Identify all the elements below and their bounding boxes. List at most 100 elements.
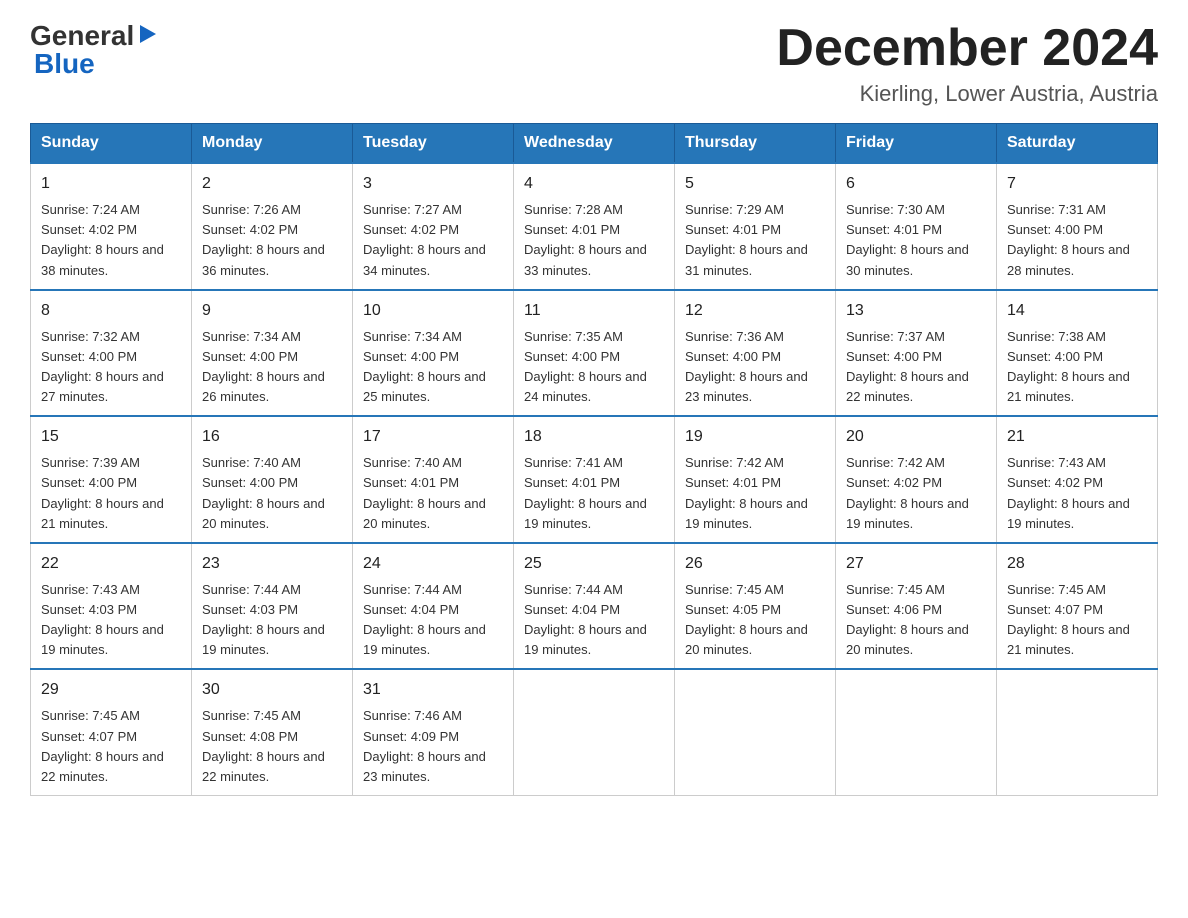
header-saturday: Saturday (997, 124, 1158, 164)
day-number: 26 (685, 552, 825, 576)
calendar-cell: 7 Sunrise: 7:31 AM Sunset: 4:00 PM Dayli… (997, 163, 1158, 290)
day-info: Sunrise: 7:28 AM Sunset: 4:01 PM Dayligh… (524, 200, 664, 281)
calendar-cell: 5 Sunrise: 7:29 AM Sunset: 4:01 PM Dayli… (675, 163, 836, 290)
day-number: 28 (1007, 552, 1147, 576)
day-info: Sunrise: 7:40 AM Sunset: 4:00 PM Dayligh… (202, 453, 342, 534)
day-number: 24 (363, 552, 503, 576)
day-number: 3 (363, 172, 503, 196)
day-info: Sunrise: 7:43 AM Sunset: 4:03 PM Dayligh… (41, 580, 181, 661)
calendar-cell: 8 Sunrise: 7:32 AM Sunset: 4:00 PM Dayli… (31, 290, 192, 417)
header-wednesday: Wednesday (514, 124, 675, 164)
day-info: Sunrise: 7:43 AM Sunset: 4:02 PM Dayligh… (1007, 453, 1147, 534)
day-number: 5 (685, 172, 825, 196)
day-info: Sunrise: 7:38 AM Sunset: 4:00 PM Dayligh… (1007, 327, 1147, 408)
header-friday: Friday (836, 124, 997, 164)
month-title: December 2024 (776, 20, 1158, 77)
calendar-cell (836, 669, 997, 795)
day-number: 25 (524, 552, 664, 576)
day-info: Sunrise: 7:41 AM Sunset: 4:01 PM Dayligh… (524, 453, 664, 534)
calendar-cell: 22 Sunrise: 7:43 AM Sunset: 4:03 PM Dayl… (31, 543, 192, 670)
day-number: 16 (202, 425, 342, 449)
day-info: Sunrise: 7:39 AM Sunset: 4:00 PM Dayligh… (41, 453, 181, 534)
calendar-cell (997, 669, 1158, 795)
day-info: Sunrise: 7:36 AM Sunset: 4:00 PM Dayligh… (685, 327, 825, 408)
week-row-4: 22 Sunrise: 7:43 AM Sunset: 4:03 PM Dayl… (31, 543, 1158, 670)
week-row-5: 29 Sunrise: 7:45 AM Sunset: 4:07 PM Dayl… (31, 669, 1158, 795)
calendar-cell: 13 Sunrise: 7:37 AM Sunset: 4:00 PM Dayl… (836, 290, 997, 417)
day-number: 22 (41, 552, 181, 576)
calendar-cell: 30 Sunrise: 7:45 AM Sunset: 4:08 PM Dayl… (192, 669, 353, 795)
calendar-cell: 3 Sunrise: 7:27 AM Sunset: 4:02 PM Dayli… (353, 163, 514, 290)
calendar-cell: 27 Sunrise: 7:45 AM Sunset: 4:06 PM Dayl… (836, 543, 997, 670)
day-info: Sunrise: 7:35 AM Sunset: 4:00 PM Dayligh… (524, 327, 664, 408)
calendar-cell: 28 Sunrise: 7:45 AM Sunset: 4:07 PM Dayl… (997, 543, 1158, 670)
day-info: Sunrise: 7:46 AM Sunset: 4:09 PM Dayligh… (363, 706, 503, 787)
calendar-cell: 23 Sunrise: 7:44 AM Sunset: 4:03 PM Dayl… (192, 543, 353, 670)
week-row-2: 8 Sunrise: 7:32 AM Sunset: 4:00 PM Dayli… (31, 290, 1158, 417)
day-info: Sunrise: 7:34 AM Sunset: 4:00 PM Dayligh… (202, 327, 342, 408)
calendar-cell: 9 Sunrise: 7:34 AM Sunset: 4:00 PM Dayli… (192, 290, 353, 417)
calendar-cell: 11 Sunrise: 7:35 AM Sunset: 4:00 PM Dayl… (514, 290, 675, 417)
calendar-cell: 20 Sunrise: 7:42 AM Sunset: 4:02 PM Dayl… (836, 416, 997, 543)
day-info: Sunrise: 7:44 AM Sunset: 4:03 PM Dayligh… (202, 580, 342, 661)
calendar-cell: 18 Sunrise: 7:41 AM Sunset: 4:01 PM Dayl… (514, 416, 675, 543)
calendar-cell: 19 Sunrise: 7:42 AM Sunset: 4:01 PM Dayl… (675, 416, 836, 543)
calendar-cell: 21 Sunrise: 7:43 AM Sunset: 4:02 PM Dayl… (997, 416, 1158, 543)
day-info: Sunrise: 7:24 AM Sunset: 4:02 PM Dayligh… (41, 200, 181, 281)
day-info: Sunrise: 7:42 AM Sunset: 4:02 PM Dayligh… (846, 453, 986, 534)
day-info: Sunrise: 7:30 AM Sunset: 4:01 PM Dayligh… (846, 200, 986, 281)
calendar-cell: 2 Sunrise: 7:26 AM Sunset: 4:02 PM Dayli… (192, 163, 353, 290)
day-info: Sunrise: 7:37 AM Sunset: 4:00 PM Dayligh… (846, 327, 986, 408)
day-number: 31 (363, 678, 503, 702)
calendar-cell: 10 Sunrise: 7:34 AM Sunset: 4:00 PM Dayl… (353, 290, 514, 417)
day-number: 15 (41, 425, 181, 449)
day-number: 9 (202, 299, 342, 323)
day-number: 11 (524, 299, 664, 323)
day-info: Sunrise: 7:27 AM Sunset: 4:02 PM Dayligh… (363, 200, 503, 281)
day-info: Sunrise: 7:31 AM Sunset: 4:00 PM Dayligh… (1007, 200, 1147, 281)
day-number: 23 (202, 552, 342, 576)
day-info: Sunrise: 7:29 AM Sunset: 4:01 PM Dayligh… (685, 200, 825, 281)
calendar-cell: 31 Sunrise: 7:46 AM Sunset: 4:09 PM Dayl… (353, 669, 514, 795)
day-info: Sunrise: 7:44 AM Sunset: 4:04 PM Dayligh… (363, 580, 503, 661)
header-sunday: Sunday (31, 124, 192, 164)
calendar-cell: 15 Sunrise: 7:39 AM Sunset: 4:00 PM Dayl… (31, 416, 192, 543)
day-number: 21 (1007, 425, 1147, 449)
title-area: December 2024 Kierling, Lower Austria, A… (776, 20, 1158, 107)
calendar-cell (675, 669, 836, 795)
day-info: Sunrise: 7:45 AM Sunset: 4:06 PM Dayligh… (846, 580, 986, 661)
day-number: 4 (524, 172, 664, 196)
day-number: 19 (685, 425, 825, 449)
day-info: Sunrise: 7:32 AM Sunset: 4:00 PM Dayligh… (41, 327, 181, 408)
day-number: 10 (363, 299, 503, 323)
day-info: Sunrise: 7:44 AM Sunset: 4:04 PM Dayligh… (524, 580, 664, 661)
calendar-cell: 4 Sunrise: 7:28 AM Sunset: 4:01 PM Dayli… (514, 163, 675, 290)
calendar-cell: 17 Sunrise: 7:40 AM Sunset: 4:01 PM Dayl… (353, 416, 514, 543)
day-number: 1 (41, 172, 181, 196)
day-number: 29 (41, 678, 181, 702)
logo: General Blue (30, 20, 158, 80)
week-row-1: 1 Sunrise: 7:24 AM Sunset: 4:02 PM Dayli… (31, 163, 1158, 290)
day-number: 18 (524, 425, 664, 449)
day-number: 12 (685, 299, 825, 323)
day-number: 13 (846, 299, 986, 323)
header-thursday: Thursday (675, 124, 836, 164)
day-number: 8 (41, 299, 181, 323)
day-info: Sunrise: 7:45 AM Sunset: 4:05 PM Dayligh… (685, 580, 825, 661)
day-info: Sunrise: 7:40 AM Sunset: 4:01 PM Dayligh… (363, 453, 503, 534)
calendar-cell: 24 Sunrise: 7:44 AM Sunset: 4:04 PM Dayl… (353, 543, 514, 670)
day-info: Sunrise: 7:42 AM Sunset: 4:01 PM Dayligh… (685, 453, 825, 534)
header-monday: Monday (192, 124, 353, 164)
header-tuesday: Tuesday (353, 124, 514, 164)
day-number: 30 (202, 678, 342, 702)
week-row-3: 15 Sunrise: 7:39 AM Sunset: 4:00 PM Dayl… (31, 416, 1158, 543)
calendar-cell: 29 Sunrise: 7:45 AM Sunset: 4:07 PM Dayl… (31, 669, 192, 795)
day-number: 6 (846, 172, 986, 196)
page-header: General Blue December 2024 Kierling, Low… (30, 20, 1158, 107)
day-number: 27 (846, 552, 986, 576)
location-title: Kierling, Lower Austria, Austria (776, 81, 1158, 107)
day-number: 20 (846, 425, 986, 449)
calendar-cell: 25 Sunrise: 7:44 AM Sunset: 4:04 PM Dayl… (514, 543, 675, 670)
calendar-table: Sunday Monday Tuesday Wednesday Thursday… (30, 123, 1158, 796)
header-row: Sunday Monday Tuesday Wednesday Thursday… (31, 124, 1158, 164)
